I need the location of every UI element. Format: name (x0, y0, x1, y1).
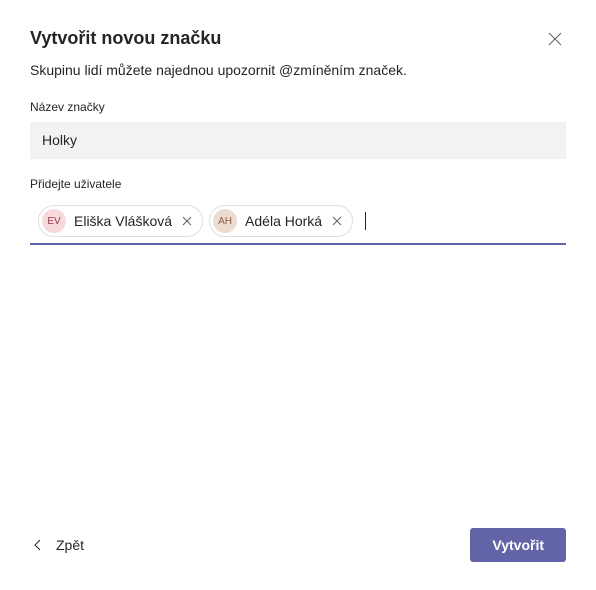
dialog-title: Vytvořit novou značku (30, 28, 221, 49)
people-label: Přidejte uživatele (30, 177, 566, 191)
back-label: Zpět (56, 537, 84, 553)
close-button[interactable] (544, 28, 566, 52)
person-chip: EV Eliška Vlášková (38, 205, 203, 237)
close-icon (332, 216, 342, 226)
people-picker[interactable]: EV Eliška Vlášková AH Adéla Horká (30, 199, 566, 245)
tag-name-input[interactable] (30, 122, 566, 159)
back-button[interactable]: Zpět (30, 529, 88, 561)
remove-person-button[interactable] (330, 214, 344, 228)
remove-person-button[interactable] (180, 214, 194, 228)
person-chip: AH Adéla Horká (209, 205, 353, 237)
avatar: AH (213, 209, 237, 233)
dialog-subtitle: Skupinu lidí můžete najednou upozornit @… (30, 62, 566, 78)
close-icon (182, 216, 192, 226)
text-cursor (365, 212, 366, 230)
close-icon (548, 32, 562, 46)
avatar: EV (42, 209, 66, 233)
person-name: Adéla Horká (245, 213, 322, 229)
people-input[interactable] (372, 213, 558, 229)
create-button[interactable]: Vytvořit (470, 528, 566, 562)
chevron-left-icon (34, 539, 42, 551)
tag-name-label: Název značky (30, 100, 566, 114)
person-name: Eliška Vlášková (74, 213, 172, 229)
